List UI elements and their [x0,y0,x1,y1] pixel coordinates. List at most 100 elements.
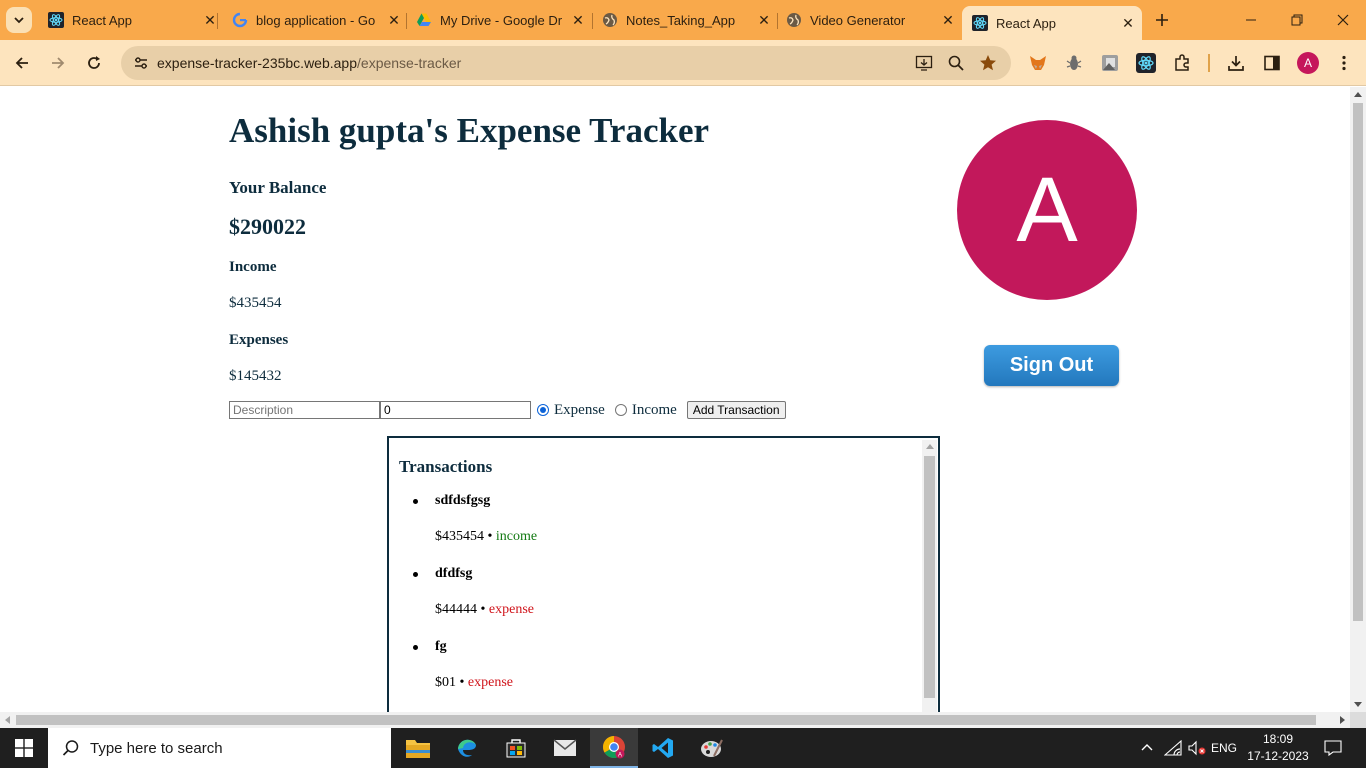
transaction-type: income [495,529,538,544]
tab-title: blog application - Go [256,12,376,28]
browser-tab[interactable]: My Drive - Google Dr ✕ [406,6,592,34]
close-icon[interactable]: ✕ [1118,13,1138,33]
download-icon[interactable] [1225,52,1247,74]
url-text[interactable]: expense-tracker-235bc.web.app/expense-tr… [157,55,461,71]
scrollbar-thumb[interactable] [1353,103,1363,621]
transaction-detail: $435454 • income [435,529,537,545]
transaction-name: dfdfsg [435,566,473,581]
system-clock[interactable]: 18:09 17-12-2023 [1247,731,1309,765]
scroll-up-arrow-icon[interactable] [1354,92,1362,97]
browser-tab[interactable]: blog application - Go ✕ [222,6,408,34]
tab-search-button[interactable] [6,7,32,33]
url-domain: expense-tracker-235bc.web.app [157,55,358,71]
add-transaction-button[interactable]: Add Transaction [686,401,786,419]
tab-title: React App [996,15,1056,31]
forward-button[interactable] [44,49,72,77]
extensions-puzzle-icon[interactable] [1171,52,1193,74]
address-bar[interactable]: expense-tracker-235bc.web.app/expense-tr… [121,46,1011,80]
scroll-left-arrow-icon[interactable] [5,716,10,724]
separator-dot: • [487,529,493,544]
metamask-icon[interactable] [1027,52,1049,74]
browser-tab[interactable]: React App ✕ [38,6,224,34]
show-hidden-icons-chevron-up-icon[interactable] [1138,728,1156,768]
transactions-list: sdfdsfgsg $435454 • income dfdfsg $44444… [399,493,919,712]
page-title: Ashish gupta's Expense Tracker [229,111,710,150]
install-app-icon[interactable] [915,54,933,72]
chrome-icon[interactable]: A [590,728,638,768]
start-button[interactable] [0,728,48,768]
list-bullet [413,499,418,504]
close-icon[interactable]: ✕ [754,10,774,30]
zoom-icon[interactable] [947,54,965,72]
arrow-right-icon [52,57,65,69]
amount-input[interactable] [380,401,531,419]
react-devtools-icon[interactable] [1135,52,1157,74]
separator-dot: • [480,602,486,617]
transactions-title: Transactions [399,457,493,476]
scrollbar-thumb[interactable] [16,715,1316,725]
back-button[interactable] [8,49,36,77]
transactions-scrollbar[interactable] [922,440,937,712]
globe-icon [602,12,618,28]
scroll-right-arrow-icon[interactable] [1340,716,1345,724]
menu-kebab-icon[interactable] [1333,52,1355,74]
microsoft-store-icon[interactable] [492,728,540,768]
taskbar-search-box[interactable]: Type here to search [48,728,391,768]
close-icon[interactable]: ✕ [384,10,404,30]
input-language-indicator[interactable]: ENG [1208,728,1240,768]
mail-icon[interactable] [541,728,589,768]
image-extension-icon[interactable] [1099,52,1121,74]
vscode-icon[interactable] [639,728,687,768]
react-icon [972,15,988,31]
toolbar-divider [1208,54,1210,72]
expense-radio[interactable] [537,404,549,416]
minimize-button[interactable] [1228,0,1274,40]
profile-button[interactable]: A [1297,52,1319,74]
balance-label: Your Balance [229,178,327,197]
side-panel-icon[interactable] [1261,52,1283,74]
reload-button[interactable] [80,49,108,77]
transaction-detail: $01 • expense [435,675,513,691]
income-radio-label[interactable]: Income [632,402,677,419]
volume-muted-icon[interactable] [1186,728,1208,768]
browser-tab[interactable]: Video Generator ✕ [776,6,962,34]
reload-icon [88,56,100,69]
income-radio[interactable] [614,404,627,416]
expense-radio-label[interactable]: Expense [554,402,605,419]
browser-tab[interactable]: Notes_Taking_App ✕ [592,6,778,34]
scroll-down-arrow-icon[interactable] [1354,702,1362,707]
expenses-label: Expenses [229,332,289,348]
close-icon[interactable]: ✕ [938,10,958,30]
bookmark-star-icon[interactable] [979,54,997,72]
tab-title: My Drive - Google Dr [440,12,563,28]
clock-date: 17-12-2023 [1247,749,1309,763]
close-icon [1337,14,1349,26]
browser-tab-active[interactable]: React App ✕ [962,6,1142,40]
page-vertical-scrollbar[interactable] [1350,87,1366,712]
close-icon[interactable]: ✕ [568,10,588,30]
bug-extension-icon[interactable] [1063,52,1085,74]
scrollbar-thumb[interactable] [924,456,935,698]
paint-icon[interactable] [688,728,736,768]
scroll-up-arrow-icon[interactable] [926,444,934,449]
file-explorer-icon[interactable] [394,728,442,768]
site-settings-icon[interactable] [133,55,149,71]
transaction-type: expense [488,602,534,617]
transaction-type: expense [467,675,513,690]
close-window-button[interactable] [1320,0,1366,40]
taskbar-search-placeholder: Type here to search [90,739,223,757]
sign-out-button[interactable]: Sign Out [984,345,1119,386]
google-icon [232,12,248,28]
description-input[interactable] [229,401,380,419]
notifications-icon[interactable] [1318,728,1348,768]
browser-tab-strip: React App ✕ blog application - Go ✕ My D… [0,0,1366,40]
edge-browser-icon[interactable] [443,728,491,768]
minimize-icon [1246,19,1256,21]
page-horizontal-scrollbar[interactable] [0,712,1350,728]
restore-button[interactable] [1274,0,1320,40]
tab-separator [217,13,218,29]
network-wifi-icon[interactable] [1162,728,1184,768]
new-tab-button[interactable] [1150,8,1174,32]
clock-time: 18:09 [1262,732,1294,746]
transaction-amount: $44444 [435,602,477,617]
